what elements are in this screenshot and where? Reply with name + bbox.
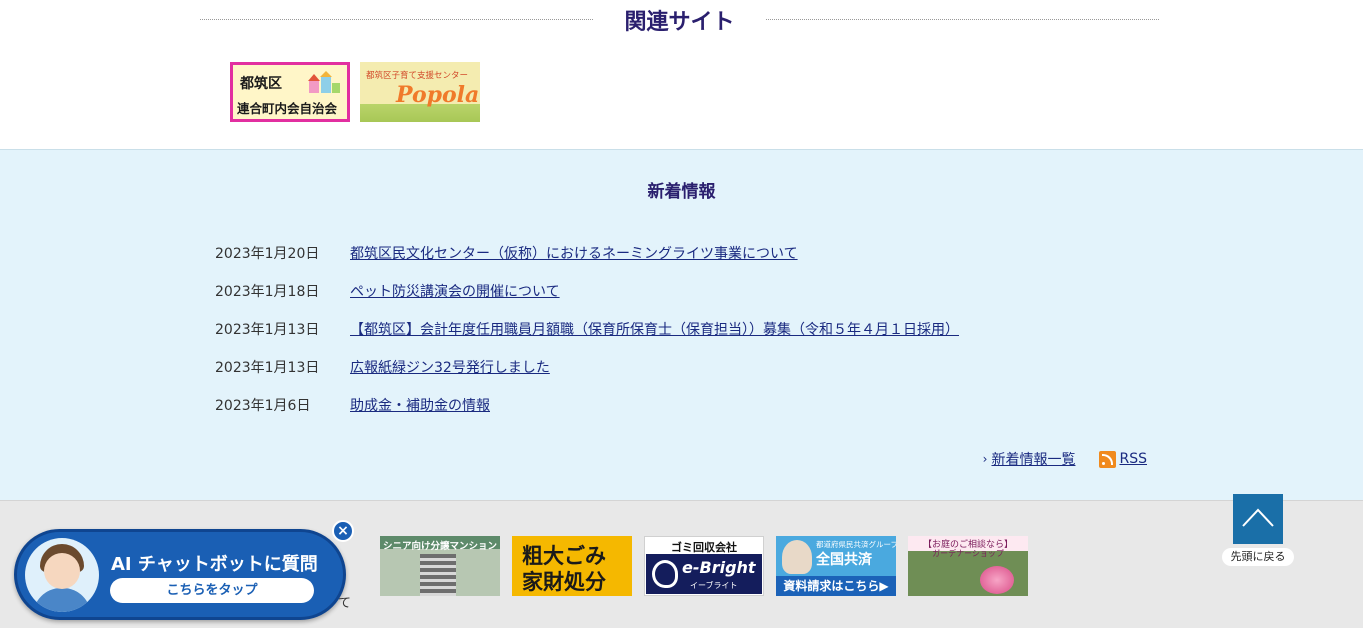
news-heading: 新着情報 [647, 182, 716, 202]
building-icon [420, 554, 456, 596]
news-date: 2023年1月18日 [215, 284, 320, 300]
child-photo-icon [782, 540, 812, 574]
ad-gardener-shop[interactable]: 【お庭のご相談なら】 ガーデナーショップ [908, 536, 1028, 596]
chevron-right-icon: › [982, 452, 988, 466]
ad-garden-caption2: ガーデナーショップ [932, 549, 1004, 558]
ad-ebright-kana: イーブライト [690, 581, 738, 590]
rss-icon[interactable] [1099, 450, 1117, 468]
ad-kyosai-cta: 資料請求はこちら▶ [776, 576, 896, 596]
chevron-up-icon [1242, 508, 1274, 527]
operator-avatar-icon [25, 538, 99, 612]
avatar-body [33, 588, 91, 612]
banner-chonaikai[interactable]: 都筑区 連合町内会自治会 [230, 62, 350, 122]
back-to-top-button[interactable] [1233, 494, 1283, 544]
banner-chonaikai-line2: 連合町内会自治会 [237, 101, 338, 116]
houses-illustration-icon [308, 71, 340, 93]
ad-kyosai-name: 全国共済 [816, 552, 872, 568]
banner-popola[interactable]: 都筑区子育て支援センター Popola [360, 62, 480, 122]
news-link[interactable]: 広報紙緑ジン32号発行しました [350, 357, 550, 377]
ad-gomi-line2: 家財処分 [522, 570, 606, 594]
news-date: 2023年1月6日 [215, 398, 311, 414]
news-footer-links: › 新着情報一覧 RSS [983, 449, 1147, 469]
ad-ebright[interactable]: ゴミ回収会社 e-Bright イーブライト [644, 536, 764, 596]
chatbot-tap-button[interactable]: こちらをタップ [110, 578, 314, 603]
news-item: 2023年1月13日 【都筑区】会計年度任用職員月額職（保育所保育士（保育担当）… [215, 319, 1165, 357]
ebright-logo-icon [652, 560, 678, 588]
ai-chatbot-button[interactable]: AI チャットボットに質問 こちらをタップ [14, 529, 346, 620]
ad-senior-mansion[interactable]: シニア向け分譲マンション [380, 536, 500, 596]
news-section: 新着情報 2023年1月20日 都筑区民文化センター（仮称）におけるネーミングラ… [0, 149, 1363, 500]
news-list: 2023年1月20日 都筑区民文化センター（仮称）におけるネーミングライツ事業に… [215, 243, 1165, 433]
rose-icon [980, 566, 1014, 594]
chatbot-title: AI チャットボットに質問 [111, 554, 318, 575]
news-link[interactable]: ペット防災講演会の開催について [350, 281, 560, 301]
news-date: 2023年1月20日 [215, 246, 320, 262]
news-date: 2023年1月13日 [215, 322, 320, 338]
news-link[interactable]: 【都筑区】会計年度任用職員月額職（保育所保育士（保育担当））募集（令和５年４月１… [350, 319, 959, 339]
news-item: 2023年1月20日 都筑区民文化センター（仮称）におけるネーミングライツ事業に… [215, 243, 1165, 281]
ad-senior-caption: シニア向け分譲マンション [382, 541, 497, 552]
news-item: 2023年1月13日 広報紙緑ジン32号発行しました [215, 357, 1165, 395]
banner-chonaikai-line1: 都筑区 [240, 76, 282, 92]
news-link[interactable]: 助成金・補助金の情報 [350, 395, 490, 415]
ad-ebright-logo-box: e-Bright イーブライト [646, 554, 762, 594]
news-list-all-link[interactable]: 新着情報一覧 [991, 449, 1075, 469]
banner-popola-subtitle: 都筑区子育て支援センター [366, 71, 469, 81]
divider [200, 19, 593, 20]
back-to-top-label[interactable]: 先頭に戻る [1222, 548, 1294, 566]
ad-ebright-logo: e-Bright [682, 558, 756, 577]
ad-ebright-top: ゴミ回収会社 [671, 541, 737, 554]
rss-link[interactable]: RSS [1119, 451, 1147, 467]
chatbot-close-icon[interactable]: × [332, 520, 354, 542]
related-sites-section: 関連サイト 都筑区 連合町内会自治会 都筑区子育て支援センター Popola [0, 0, 1363, 149]
news-date: 2023年1月13日 [215, 360, 320, 376]
ad-zenkoku-kyosai[interactable]: 都道府県民共済グループ 全国共済 資料請求はこちら▶ [776, 536, 896, 596]
news-item: 2023年1月18日 ペット防災講演会の開催について [215, 281, 1165, 319]
divider [766, 19, 1159, 20]
related-sites-heading: 関連サイト [624, 10, 735, 35]
banner-popola-logo: Popola [396, 82, 480, 108]
ad-sodai-gomi[interactable]: 粗大ごみ 家財処分 [512, 536, 632, 596]
avatar-face [44, 553, 80, 589]
news-item: 2023年1月6日 助成金・補助金の情報 [215, 395, 1165, 433]
news-link[interactable]: 都筑区民文化センター（仮称）におけるネーミングライツ事業について [350, 243, 798, 263]
